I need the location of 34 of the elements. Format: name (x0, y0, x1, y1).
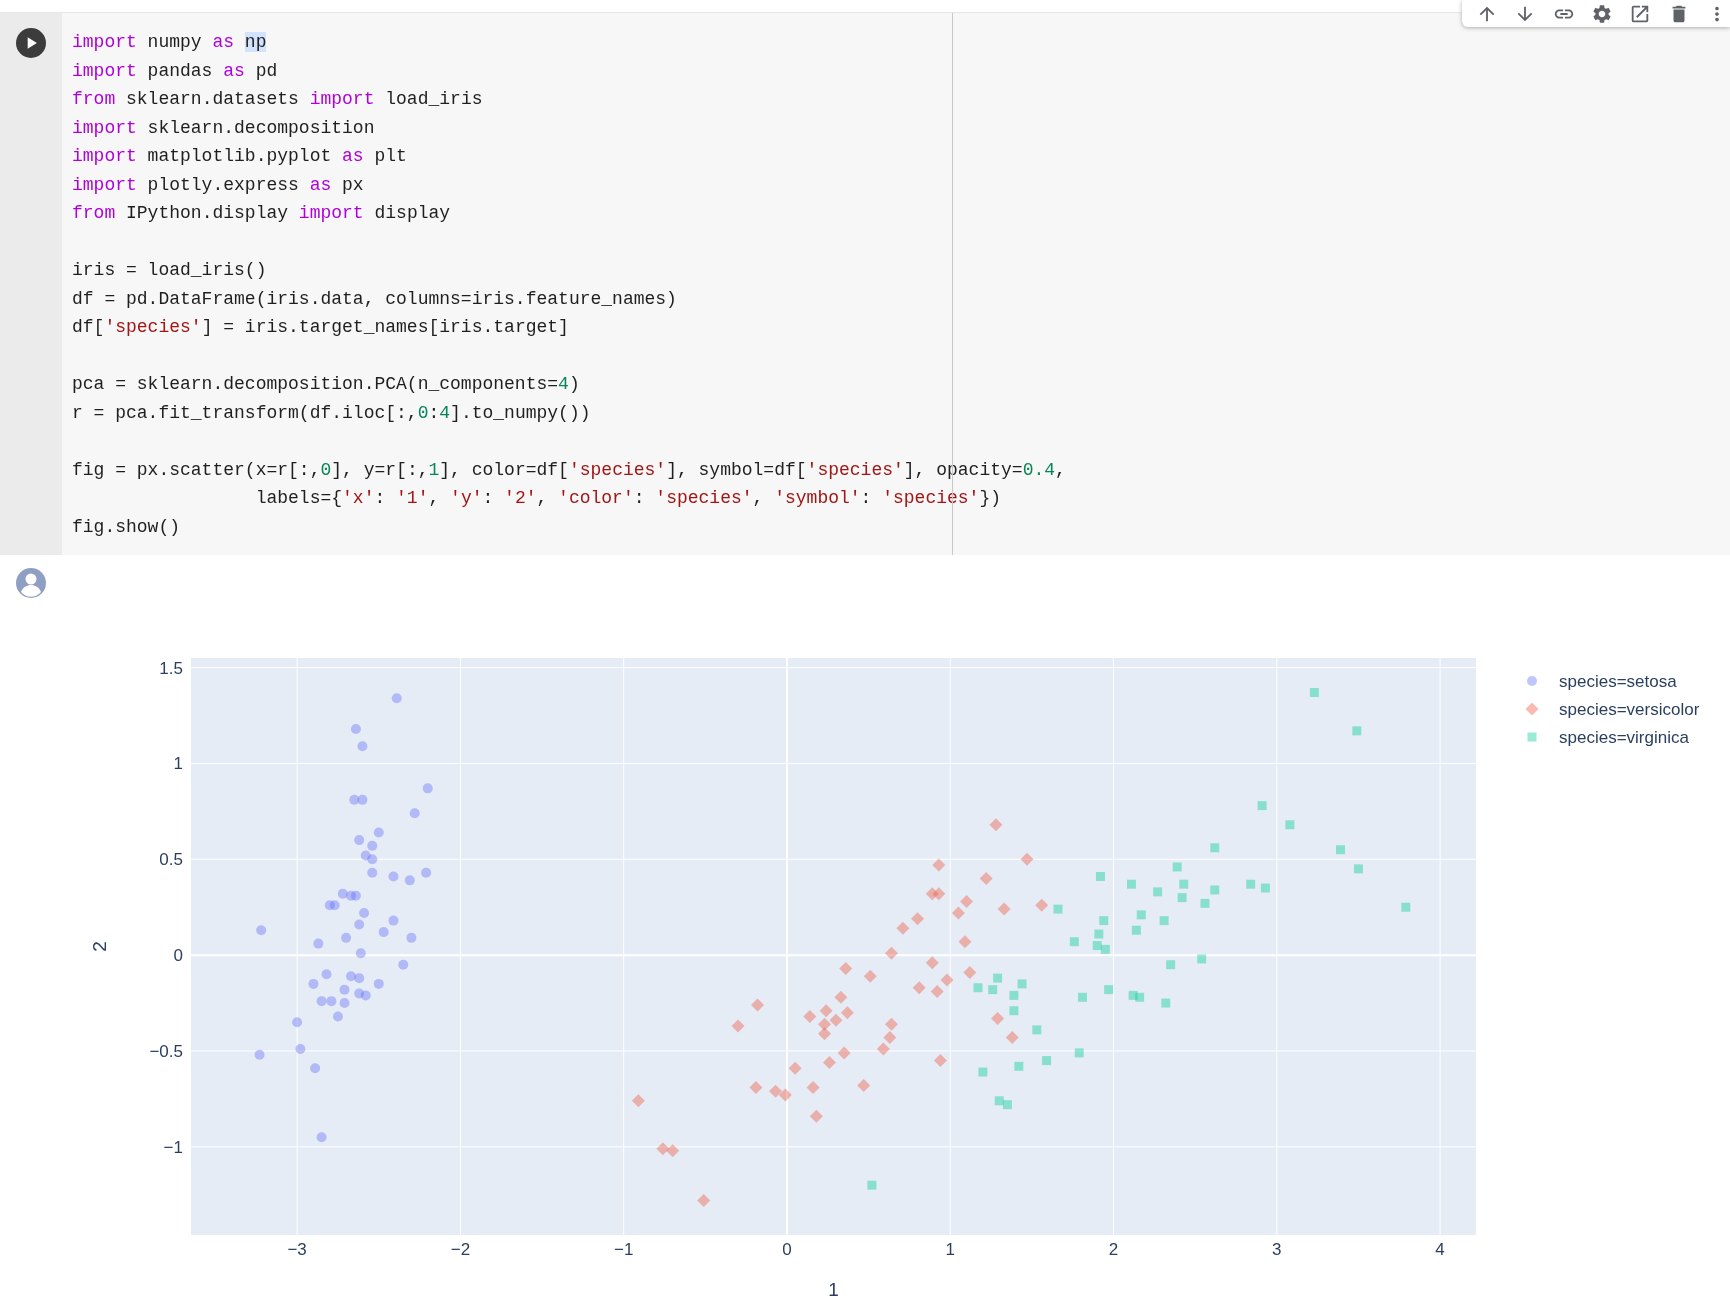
code-line: iris = load_iris() (72, 259, 267, 282)
axis-tick-label: −2 (450, 1240, 471, 1259)
code-line: df = pd.DataFrame(iris.data, columns=iris.feature_names) (72, 287, 677, 311)
legend-label[interactable]: species=setosa (1559, 672, 1677, 691)
axis-tick-label: −0.5 (149, 1041, 183, 1061)
axis-tick-label: 1 (945, 1240, 955, 1259)
code-line: fig.show() (72, 515, 181, 539)
axis-tick-label: 1.5 (159, 658, 183, 678)
axis-tick-label: −1 (614, 1240, 634, 1259)
axis-tick-label: −3 (287, 1240, 307, 1259)
legend-label[interactable]: species=virginica (1559, 728, 1689, 747)
code-line: import sklearn.decomposition (72, 116, 375, 140)
code-line: r = pca.fit_transform(df.iloc[:,0:4].to_numpy()) (72, 401, 591, 425)
axis-tick-label: 3 (1272, 1240, 1282, 1259)
code-line: import numpy as np (72, 31, 267, 54)
axis-tick-label: 1 (173, 754, 183, 774)
code-line: import pandas as pd (72, 59, 278, 83)
legend-label[interactable]: species=versicolor (1559, 700, 1700, 719)
axis-tick-label: −1 (163, 1137, 183, 1157)
axis-tick-label: 4 (1435, 1240, 1445, 1259)
code-line: labels={'x': '1', 'y': '2', 'color': 'species', 'symbol': 'species'}) (254, 487, 1002, 510)
axis-tick-label: 0 (173, 946, 183, 966)
axis-tick-label: 0.5 (159, 850, 183, 870)
code-line: import plotly.express as px (72, 173, 364, 197)
axis-tick-label: 0 (782, 1240, 792, 1259)
axis-tick-label: 2 (1108, 1240, 1119, 1259)
code-line: from IPython.display import display (72, 202, 451, 225)
code-line: from sklearn.datasets import load_iris (72, 88, 483, 111)
code-line: import matplotlib.pyplot as plt (72, 145, 407, 168)
axis-title: 1 (828, 1279, 839, 1300)
code-line: pca = sklearn.decomposition.PCA(n_components=4) (72, 373, 580, 396)
axis-title: 2 (89, 941, 110, 952)
code-line: fig = px.scatter(x=r[:,0], y=r[:,1], color=df['species'], symbol=df['species'], opacity=0.4, (72, 458, 1066, 482)
code-line: df['species'] = iris.target_names[iris.target] (72, 316, 569, 339)
